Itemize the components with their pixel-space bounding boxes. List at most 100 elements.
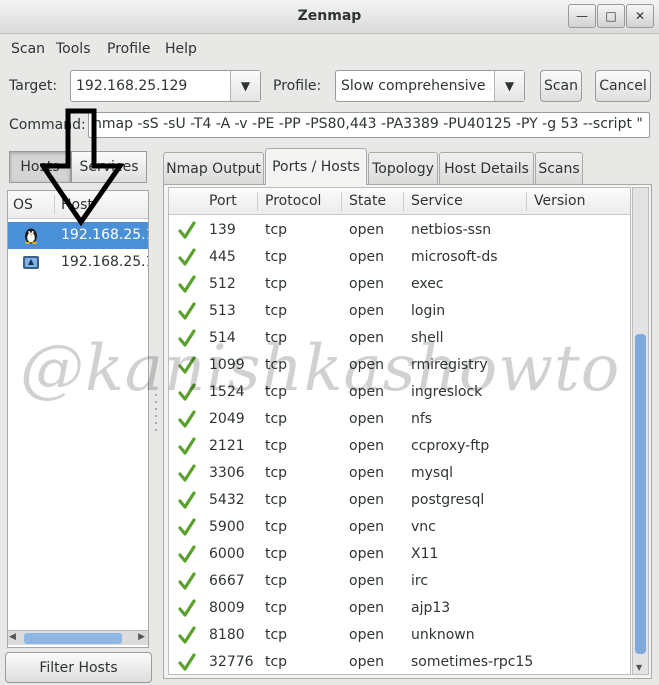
open-check-icon [178, 275, 196, 293]
col-os-header[interactable]: OS [13, 197, 33, 213]
tab-topology[interactable]: Topology [368, 152, 438, 184]
port-cell: 3306 [209, 465, 245, 481]
port-cell: 1524 [209, 384, 245, 400]
table-row[interactable]: 514 tcp open shell [169, 325, 630, 352]
open-check-icon [178, 437, 196, 455]
scrollbar-thumb[interactable] [635, 334, 646, 654]
table-row[interactable]: 139 tcp open netbios-ssn [169, 217, 630, 244]
linux-penguin-icon [25, 228, 37, 244]
menu-help[interactable]: Help [165, 41, 197, 57]
chevron-down-icon[interactable]: ▼ [494, 71, 524, 101]
target-combo[interactable]: 192.168.25.129 ▼ [70, 70, 261, 102]
table-row[interactable]: 32776 tcp open sometimes-rpc15 [169, 649, 630, 674]
port-cell: 512 [209, 276, 236, 292]
menu-profile[interactable]: Profile [107, 41, 151, 57]
maximize-button[interactable]: □ [597, 4, 625, 28]
state-cell: open [349, 492, 384, 508]
table-row[interactable]: 8180 tcp open unknown [169, 622, 630, 649]
service-cell: ingreslock [411, 384, 483, 400]
table-row[interactable]: 512 tcp open exec [169, 271, 630, 298]
table-row[interactable]: 6000 tcp open X11 [169, 541, 630, 568]
state-cell: open [349, 303, 384, 319]
tab-nmap-output[interactable]: Nmap Output [163, 152, 264, 184]
state-cell: open [349, 519, 384, 535]
table-row[interactable]: 3306 tcp open mysql [169, 460, 630, 487]
scroll-left-icon[interactable]: ◀ [9, 632, 16, 642]
scrollbar-thumb[interactable] [24, 633, 122, 644]
open-check-icon [178, 383, 196, 401]
host-list-scrollbar[interactable]: ◀ ▶ [8, 630, 148, 645]
title-bar: Zenmap — □ ✕ [0, 0, 659, 34]
table-row[interactable]: 1524 tcp open ingreslock [169, 379, 630, 406]
table-row[interactable]: 6667 tcp open irc [169, 568, 630, 595]
profile-label: Profile: [273, 78, 322, 94]
port-cell: 1099 [209, 357, 245, 373]
state-cell: open [349, 438, 384, 454]
protocol-cell: tcp [265, 465, 288, 481]
host-ip: 192.168.25.1 [61, 254, 148, 270]
protocol-cell: tcp [265, 384, 288, 400]
col-service-header[interactable]: Service [411, 193, 463, 209]
host-row[interactable]: 192.168.25.1 [8, 249, 148, 276]
open-check-icon [178, 545, 196, 563]
cancel-button[interactable]: Cancel [595, 70, 651, 102]
ports-table-scrollbar[interactable]: ▼ [632, 187, 649, 675]
port-cell: 5432 [209, 492, 245, 508]
window-title: Zenmap [297, 8, 362, 24]
table-row[interactable]: 513 tcp open login [169, 298, 630, 325]
port-cell: 5900 [209, 519, 245, 535]
col-port-header[interactable]: Port [209, 193, 237, 209]
protocol-cell: tcp [265, 573, 288, 589]
service-cell: rmiregistry [411, 357, 488, 373]
filter-hosts-button[interactable]: Filter Hosts [5, 652, 152, 683]
table-row[interactable]: 8009 tcp open ajp13 [169, 595, 630, 622]
open-check-icon [178, 221, 196, 239]
menu-scan[interactable]: Scan [11, 41, 45, 57]
col-protocol-header[interactable]: Protocol [265, 193, 321, 209]
chevron-down-icon[interactable]: ▼ [230, 71, 260, 101]
state-cell: open [349, 249, 384, 265]
service-cell: irc [411, 573, 429, 589]
profile-value[interactable]: Slow comprehensive sc [341, 78, 491, 94]
menu-tools[interactable]: Tools [56, 41, 91, 57]
host-row[interactable]: 192.168.25.129 [8, 222, 148, 249]
profile-combo[interactable]: Slow comprehensive sc ▼ [335, 70, 525, 102]
state-cell: open [349, 276, 384, 292]
close-button[interactable]: ✕ [626, 4, 654, 28]
table-row[interactable]: 2121 tcp open ccproxy-ftp [169, 433, 630, 460]
protocol-cell: tcp [265, 249, 288, 265]
menu-bar: Scan Tools Profile Help [0, 34, 659, 64]
state-cell: open [349, 546, 384, 562]
protocol-cell: tcp [265, 357, 288, 373]
scroll-right-icon[interactable]: ▶ [138, 632, 145, 642]
command-input[interactable]: nmap -sS -sU -T4 -A -v -PE -PP -PS80,443… [88, 112, 650, 138]
scan-button[interactable]: Scan [540, 70, 582, 102]
scroll-down-icon[interactable]: ▼ [636, 663, 642, 672]
state-cell: open [349, 330, 384, 346]
open-check-icon [178, 653, 196, 671]
open-check-icon [178, 302, 196, 320]
table-row[interactable]: 2049 tcp open nfs [169, 406, 630, 433]
port-cell: 8180 [209, 627, 245, 643]
port-cell: 6000 [209, 546, 245, 562]
table-row[interactable]: 1099 tcp open rmiregistry [169, 352, 630, 379]
minimize-button[interactable]: — [568, 4, 596, 28]
tab-host-details[interactable]: Host Details [439, 152, 534, 184]
open-check-icon [178, 572, 196, 590]
table-row[interactable]: 445 tcp open microsoft-ds [169, 244, 630, 271]
tab-ports-hosts[interactable]: Ports / Hosts [265, 148, 367, 185]
service-cell: postgresql [411, 492, 485, 508]
table-row[interactable]: 5900 tcp open vnc [169, 514, 630, 541]
target-input[interactable]: 192.168.25.129 [76, 78, 187, 94]
tab-scans[interactable]: Scans [535, 152, 583, 184]
col-state-header[interactable]: State [349, 193, 386, 209]
service-cell: netbios-ssn [411, 222, 492, 238]
port-cell: 8009 [209, 600, 245, 616]
state-cell: open [349, 411, 384, 427]
service-cell: ajp13 [411, 600, 451, 616]
col-version-header[interactable]: Version [534, 193, 585, 209]
annotation-arrow-icon [40, 108, 124, 226]
state-cell: open [349, 600, 384, 616]
table-row[interactable]: 5432 tcp open postgresql [169, 487, 630, 514]
pane-splitter-handle[interactable] [153, 390, 159, 440]
